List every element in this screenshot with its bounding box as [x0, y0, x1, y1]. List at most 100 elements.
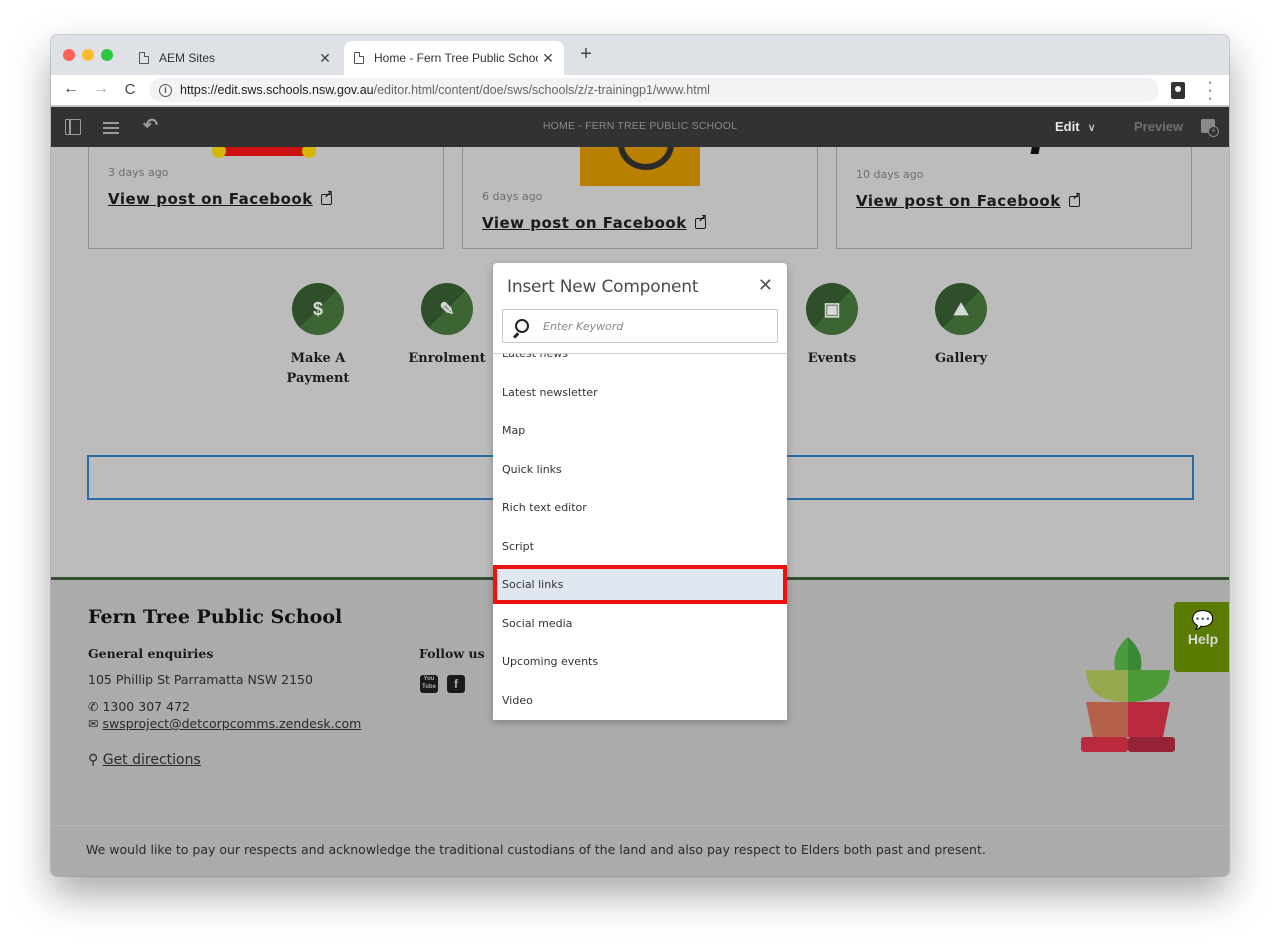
view-post-link[interactable]: View post on Facebook [108, 188, 333, 208]
phone-number: 1300 307 472 [102, 699, 190, 714]
chevron-down-icon: ∨ [1087, 122, 1096, 134]
general-enquiries-heading: General enquiries [88, 646, 214, 661]
list-item[interactable]: Video [493, 681, 787, 720]
list-item[interactable]: Latest news [493, 354, 787, 373]
close-icon[interactable]: ✕ [758, 275, 773, 296]
preview-button[interactable]: Preview [1134, 119, 1183, 134]
keyword-search[interactable] [502, 309, 778, 343]
youtube-icon[interactable]: You Tube [420, 675, 438, 693]
browser-toolbar: ← → C i https://edit.sws.schools.nsw.gov… [51, 75, 1229, 107]
email: ✉ swsproject@detcorpcomms.zendesk.com [88, 716, 361, 731]
quick-link-label: Events [807, 351, 857, 366]
link-text: View post on Facebook [482, 214, 687, 232]
facebook-post-card: 10 days ago View post on Facebook [836, 147, 1192, 249]
facebook-icon[interactable]: f [447, 675, 465, 693]
mode-selector[interactable]: Edit ∨ [1055, 119, 1096, 134]
mode-label: Edit [1055, 119, 1080, 134]
search-icon [515, 319, 529, 333]
browser-window: AEM Sites ✕ Home - Fern Tree Public Scho… [51, 35, 1229, 876]
divider [51, 825, 1229, 826]
list-item[interactable]: Upcoming events [493, 642, 787, 681]
document-icon [139, 52, 149, 64]
link-text: View post on Facebook [108, 190, 313, 208]
document-icon [354, 52, 364, 64]
directions: ⚲ Get directions [88, 752, 201, 768]
list-item[interactable]: Map [493, 411, 787, 450]
more-menu-icon[interactable]: · · · [1203, 75, 1217, 107]
list-item[interactable]: Script [493, 527, 787, 566]
calendar-icon: ▣ [806, 283, 858, 335]
view-post-link[interactable]: View post on Facebook [856, 190, 1081, 210]
quick-link-label: Gallery [934, 351, 988, 366]
quick-link-enrolment[interactable]: ✎ Enrolment [387, 283, 507, 369]
maximize-window-button[interactable] [101, 49, 113, 61]
external-link-icon [1068, 190, 1081, 207]
help-label: Help [1187, 631, 1219, 647]
phone: ✆ 1300 307 472 [88, 699, 190, 714]
post-time: 6 days ago [482, 190, 543, 203]
get-directions-link[interactable]: Get directions [103, 752, 201, 768]
quick-link-make-a-payment[interactable]: $ Make A Payment [258, 283, 378, 389]
tab-bar: AEM Sites ✕ Home - Fern Tree Public Scho… [51, 35, 1229, 75]
quick-link-events[interactable]: ▣ Events [772, 283, 892, 369]
photos-icon: ⛰ [935, 283, 987, 335]
post-image [212, 147, 316, 158]
page-title: HOME - FERN TREE PUBLIC SCHOOL [542, 120, 738, 132]
component-list[interactable]: Latest news Latest newsletter Map Quick … [493, 354, 787, 720]
keyword-input[interactable] [543, 319, 743, 333]
minimize-window-button[interactable] [82, 49, 94, 61]
insert-component-dialog: Insert New Component ✕ Latest news Lates… [493, 263, 787, 720]
list-item[interactable]: Latest newsletter [493, 373, 787, 412]
aem-editor-toolbar: ↶ HOME - FERN TREE PUBLIC SCHOOL Edit ∨ P… [51, 107, 1229, 147]
map-pin-icon: ⚲ [88, 752, 103, 768]
page-content: 3 days ago View post on Facebook 6 days … [51, 147, 1229, 876]
list-item[interactable]: Social media [493, 604, 787, 643]
external-link-icon [694, 212, 707, 229]
list-item[interactable]: Rich text editor [493, 488, 787, 527]
quick-link-label: Make A Payment [286, 351, 350, 386]
dollar-icon: $ [292, 283, 344, 335]
acknowledgement-text: We would like to pay our respects and ac… [86, 842, 986, 857]
post-image [1030, 147, 1042, 154]
tab-title: AEM Sites [159, 51, 216, 65]
url-host: https://edit.sws.schools.nsw.gov.au [180, 83, 374, 97]
back-arrow-icon[interactable]: ← [61, 80, 81, 98]
post-time: 10 days ago [856, 168, 924, 181]
tab-close-icon[interactable]: ✕ [538, 50, 558, 67]
quick-link-gallery[interactable]: ⛰ Gallery [901, 283, 1021, 369]
annotate-icon[interactable] [1201, 119, 1219, 137]
school-name: Fern Tree Public School [88, 606, 343, 628]
plant-illustration [1081, 637, 1175, 752]
envelope-icon: ✉ [88, 716, 103, 731]
list-item[interactable]: Quick links [493, 450, 787, 489]
chat-bubbles-icon: 💬 [1191, 610, 1215, 630]
reload-icon[interactable]: C [120, 81, 140, 98]
phone-icon: ✆ [88, 699, 103, 714]
info-icon[interactable]: i [159, 83, 172, 97]
facebook-post-card: 3 days ago View post on Facebook [88, 147, 444, 249]
forward-arrow-icon[interactable]: → [91, 80, 111, 98]
tab-title: Home - Fern Tree Public Schoo [374, 51, 538, 65]
follow-us-heading: Follow us [419, 646, 485, 661]
link-text: View post on Facebook [856, 192, 1061, 210]
tab-aem-sites[interactable]: AEM Sites ✕ [129, 41, 341, 75]
address-bar[interactable]: i https://edit.sws.schools.nsw.gov.au/ed… [149, 78, 1159, 102]
address: 105 Phillip St Parramatta NSW 2150 [88, 672, 313, 687]
clipboard-extension-icon[interactable] [1171, 82, 1185, 99]
view-post-link[interactable]: View post on Facebook [482, 212, 707, 232]
external-link-icon [320, 188, 333, 205]
tab-close-icon[interactable]: ✕ [315, 50, 335, 67]
help-button[interactable]: 💬 Help [1174, 602, 1229, 672]
post-time: 3 days ago [108, 166, 169, 179]
quick-link-label: Enrolment [408, 351, 486, 366]
email-link[interactable]: swsproject@detcorpcomms.zendesk.com [102, 716, 361, 731]
url-path: /editor.html/content/doe/sws/schools/z/z… [373, 83, 710, 97]
list-item-selected[interactable]: Social links [493, 565, 787, 604]
close-window-button[interactable] [63, 49, 75, 61]
dialog-title: Insert New Component [507, 277, 699, 297]
new-tab-button[interactable]: + [575, 43, 597, 66]
post-image [580, 147, 700, 186]
tab-home[interactable]: Home - Fern Tree Public Schoo ✕ [344, 41, 564, 75]
pencil-icon: ✎ [421, 283, 473, 335]
facebook-post-card: 6 days ago View post on Facebook [462, 147, 818, 249]
